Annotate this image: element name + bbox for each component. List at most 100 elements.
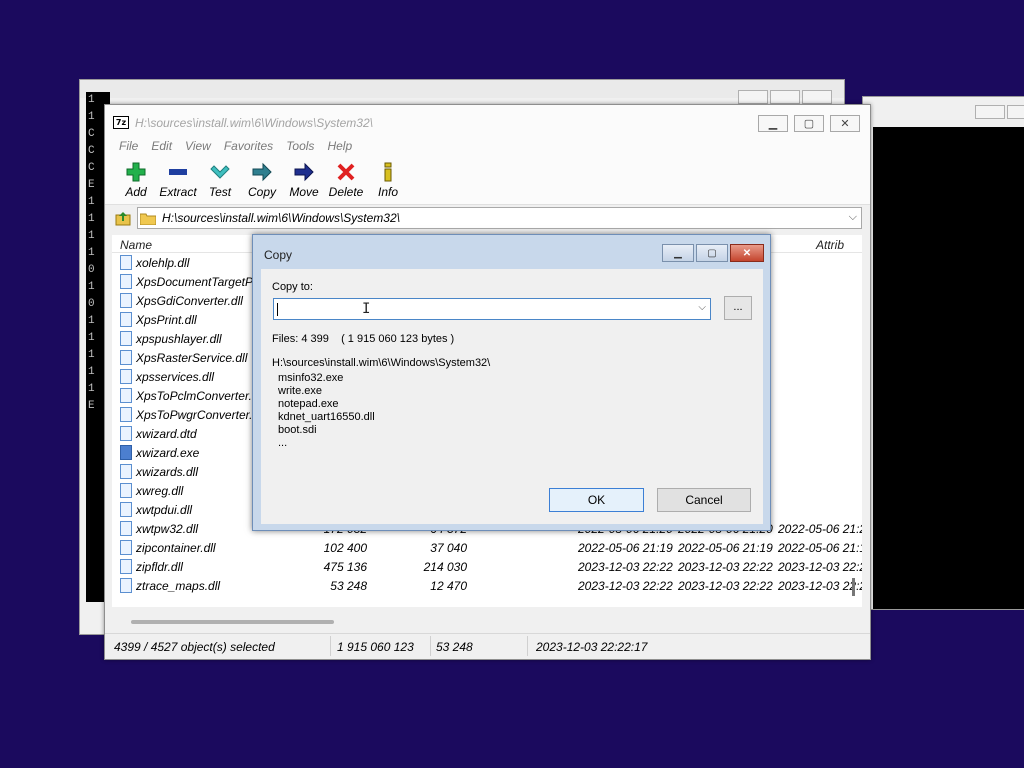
add-icon xyxy=(126,162,146,182)
menu-file[interactable]: File xyxy=(119,137,145,157)
copy-label: Copy xyxy=(247,185,276,199)
dll-file-icon xyxy=(120,502,132,517)
close-icon: ✕ xyxy=(840,118,850,130)
table-row[interactable]: zipfldr.dll 475 136 214 030 2023-12-03 22:2… xyxy=(112,557,862,576)
address-path: H:\sources\install.wim\6\Windows\System3… xyxy=(162,211,400,225)
info-button[interactable]: Info xyxy=(367,157,409,204)
file-size: 102 400 xyxy=(323,541,367,555)
title-bar[interactable]: 7z H:\sources\install.wim\6\Windows\Syst… xyxy=(105,105,870,137)
dialog-title: Copy xyxy=(264,248,293,262)
menu-edit[interactable]: Edit xyxy=(151,137,179,157)
table-row[interactable]: zipcontainer.dll 102 400 37 040 2022-05-06 … xyxy=(112,538,862,557)
column-name[interactable]: Name xyxy=(120,238,152,252)
source-path: H:\sources\install.wim\6\Windows\System3… xyxy=(272,357,491,369)
dialog-title-bar[interactable]: Copy ▁ ▢ ✕ xyxy=(253,235,770,271)
background-console-buttons xyxy=(975,105,1024,119)
address-field[interactable]: H:\sources\install.wim\6\Windows\System3… xyxy=(137,207,862,229)
minimize-icon: ▁ xyxy=(768,118,778,130)
browse-button[interactable]: ... xyxy=(724,296,752,320)
file-modified: 2022-05-06 21:19 xyxy=(578,541,673,555)
file-created: 2022-05-06 21:19 xyxy=(678,541,773,555)
status-divider xyxy=(330,636,331,656)
maximize-icon: ▢ xyxy=(803,118,815,130)
window-title: H:\sources\install.wim\6\Windows\System3… xyxy=(135,116,373,130)
cancel-button[interactable]: Cancel xyxy=(657,488,751,512)
file-name: xpsservices.dll xyxy=(136,370,215,384)
maximize-button[interactable]: ▢ xyxy=(794,115,824,132)
test-label: Test xyxy=(208,185,232,199)
info-label: Info xyxy=(377,185,398,199)
info-icon xyxy=(384,162,392,182)
minimize-button[interactable]: ▁ xyxy=(758,115,788,132)
file-accessed: 2022-05-06 21:19 xyxy=(778,541,862,555)
test-button[interactable]: Test xyxy=(199,157,241,204)
ok-button[interactable]: OK xyxy=(549,488,644,512)
maximize-icon: ▢ xyxy=(707,247,717,259)
file-name: xwtpdui.dll xyxy=(136,503,193,517)
bg-close-button[interactable] xyxy=(802,90,832,104)
file-name: XpsGdiConverter.dll xyxy=(136,294,243,308)
file-modified: 2023-12-03 22:22 xyxy=(578,579,673,593)
file-packed: 37 040 xyxy=(430,541,467,555)
extract-icon xyxy=(169,169,187,175)
status-item-size: 53 248 xyxy=(436,640,473,654)
minimize-icon: ▁ xyxy=(674,247,682,259)
dll-file-icon xyxy=(120,331,132,346)
bg-maximize-button[interactable] xyxy=(770,90,800,104)
horizontal-scrollbar[interactable] xyxy=(131,620,334,624)
file-accessed: 2023-12-03 22:22 xyxy=(778,579,862,593)
dll-file-icon xyxy=(120,559,132,574)
list-item: write.exe xyxy=(278,385,323,397)
file-name: xwtpw32.dll xyxy=(136,522,199,536)
close-button[interactable]: ✕ xyxy=(830,115,860,132)
menu-help[interactable]: Help xyxy=(327,137,359,157)
bg-minimize-button[interactable] xyxy=(738,90,768,104)
dialog-body: Copy to: I ⌵ ... Files: 4 399 ( 1 915 06… xyxy=(261,269,763,524)
status-bar: 4399 / 4527 object(s) selected 1 915 060… xyxy=(105,633,870,659)
chevron-down-icon[interactable]: ⌵ xyxy=(849,211,857,224)
copy-to-input[interactable] xyxy=(274,299,710,319)
chevron-down-icon[interactable]: ⌵ xyxy=(698,302,706,313)
dialog-close-button[interactable]: ✕ xyxy=(730,244,764,262)
list-item: ... xyxy=(278,437,288,449)
file-size: 53 248 xyxy=(330,579,367,593)
column-attrib[interactable]: Attrib xyxy=(816,238,844,252)
file-packed: 12 470 xyxy=(430,579,467,593)
list-item: kdnet_uart16550.dll xyxy=(278,411,375,423)
bg2-maximize-button[interactable] xyxy=(1007,105,1024,119)
add-button[interactable]: Add xyxy=(115,157,157,204)
dll-file-icon xyxy=(120,521,132,536)
dialog-maximize-button[interactable]: ▢ xyxy=(696,244,728,262)
ibeam-cursor-icon: I xyxy=(362,301,371,317)
bg2-minimize-button[interactable] xyxy=(975,105,1005,119)
copy-to-combobox[interactable]: I ⌵ xyxy=(273,298,711,320)
move-icon xyxy=(294,162,314,182)
copy-button[interactable]: Copy xyxy=(241,157,283,204)
file-name: xolehlp.dll xyxy=(136,256,190,270)
move-button[interactable]: Move xyxy=(283,157,325,204)
background-window-caption xyxy=(80,80,844,98)
dll-file-icon xyxy=(120,369,132,384)
status-divider xyxy=(430,636,431,656)
copy-dialog: Copy ▁ ▢ ✕ Copy to: I ⌵ ... Files: 4 399… xyxy=(252,234,771,531)
copy-icon xyxy=(252,162,272,182)
dll-file-icon xyxy=(120,312,132,327)
file-accessed: 2022-05-06 21:20 xyxy=(778,522,862,536)
up-folder-button[interactable] xyxy=(113,208,133,228)
status-modified: 2023-12-03 22:22:17 xyxy=(536,640,648,654)
console-output xyxy=(873,127,1024,609)
move-label: Move xyxy=(289,185,319,199)
menu-tools[interactable]: Tools xyxy=(286,137,321,157)
menu-view[interactable]: View xyxy=(185,137,218,157)
table-row[interactable]: ztrace_maps.dll 53 248 12 470 2023-12-03 22… xyxy=(112,576,862,595)
dll-file-icon xyxy=(120,293,132,308)
dialog-minimize-button[interactable]: ▁ xyxy=(662,244,694,262)
file-name: XpsPrint.dll xyxy=(136,313,197,327)
background-console-window xyxy=(862,96,1024,610)
vertical-scrollbar[interactable] xyxy=(852,578,855,596)
delete-button[interactable]: Delete xyxy=(325,157,367,204)
exe-file-icon xyxy=(120,445,132,460)
dll-file-icon xyxy=(120,426,132,441)
extract-button[interactable]: Extract xyxy=(157,157,199,204)
menu-favorites[interactable]: Favorites xyxy=(224,137,280,157)
